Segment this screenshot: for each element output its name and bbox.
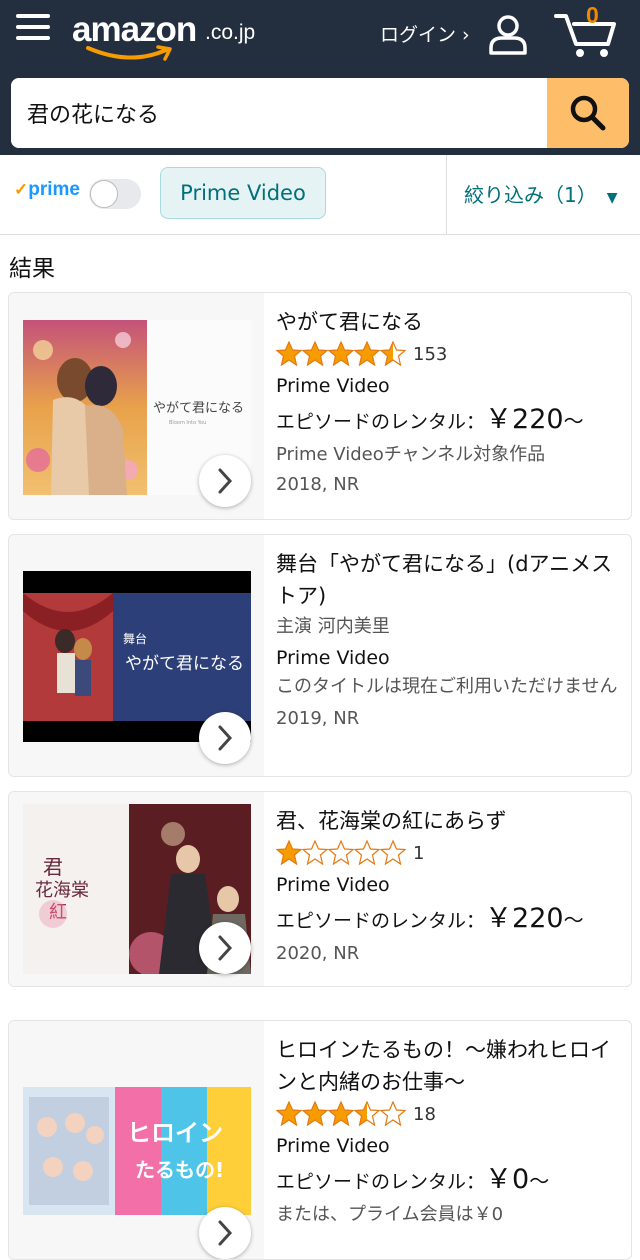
price-row: エピソードのレンタル：￥220～: [276, 402, 626, 440]
result-title[interactable]: 舞台「やがて君になる」(dアニメストア): [276, 548, 626, 612]
logo-tld-text: .co.jp: [205, 21, 256, 44]
chevron-right-icon: [218, 1220, 233, 1246]
star-rating-1-icon: [276, 840, 406, 866]
result-title[interactable]: ヒロインたるもの！～嫌われヒロインと内緒のお仕事～: [276, 1034, 626, 1098]
filter-bar: ✓prime Prime Video 絞り込み（1） ▼: [0, 155, 640, 235]
format-label: Prime Video: [276, 647, 390, 669]
format-label: Prime Video: [276, 1135, 390, 1157]
result-card[interactable]: 君 花海棠 紅 君、花海棠の紅にあらず 1 Prime Video エピソードの…: [8, 791, 632, 987]
menu-icon[interactable]: [16, 14, 50, 48]
divider: [446, 155, 447, 235]
thumbnail-pane: やがて君になる Bloom Into You: [9, 293, 264, 519]
toggle-knob: [90, 180, 118, 208]
results-heading: 結果: [9, 256, 55, 282]
price: ￥0: [485, 1164, 530, 1195]
price-row: エピソードのレンタル：￥220～: [276, 901, 626, 939]
year-rating: 2018, NR: [276, 474, 360, 495]
prime-check-icon: ✓: [14, 180, 29, 199]
cast: 主演 河内美里: [276, 616, 390, 637]
result-card[interactable]: やがて君になる Bloom Into You やがて君になる 153 Prime…: [8, 292, 632, 520]
price: ￥220: [485, 903, 564, 934]
result-info: 君、花海棠の紅にあらず 1 Prime Video エピソードのレンタル：￥22…: [276, 805, 626, 969]
svg-text:ヒロイン: ヒロイン: [127, 1119, 223, 1147]
svg-text:Bloom Into You: Bloom Into You: [169, 420, 206, 426]
svg-text:たるもの!: たるもの!: [135, 1158, 224, 1182]
star-rating-4-5-icon: [276, 341, 406, 367]
rental-label: エピソードのレンタル：: [276, 910, 486, 932]
chevron-right-icon: [218, 935, 233, 961]
channel-note: Prime Videoチャンネル対象作品: [276, 444, 546, 465]
caret-down-icon: ▼: [606, 190, 618, 206]
year-rating: 2020, NR: [276, 943, 360, 964]
price-suffix: ～: [563, 409, 584, 433]
svg-text:花海棠: 花海棠: [35, 880, 89, 901]
prime-logo: ✓prime: [14, 179, 80, 201]
result-card[interactable]: 舞台 やがて君になる 舞台「やがて君になる」(dアニメストア) 主演 河内美里 …: [8, 534, 632, 777]
login-link[interactable]: ログイン ›: [380, 20, 470, 47]
more-arrow-button[interactable]: [199, 455, 251, 507]
review-count[interactable]: 1: [413, 843, 424, 864]
search-button[interactable]: [547, 78, 629, 148]
user-icon[interactable]: [486, 12, 530, 56]
search-icon: [570, 95, 606, 131]
thumbnail-pane: 君 花海棠 紅: [9, 792, 264, 986]
price-row: エピソードのレンタル：￥0～: [276, 1162, 626, 1200]
rental-label: エピソードのレンタル：: [276, 1171, 486, 1193]
top-navigation-bar: amazon .co.jp ログイン › 0: [0, 0, 640, 155]
thumbnail-pane: 舞台 やがて君になる: [9, 535, 264, 776]
price: ￥220: [485, 404, 564, 435]
chevron-right-icon: [218, 468, 233, 494]
rating-stars[interactable]: 1: [276, 837, 626, 869]
svg-text:君: 君: [43, 855, 63, 879]
format-label: Prime Video: [276, 375, 390, 397]
rating-stars[interactable]: 18: [276, 1098, 626, 1130]
chevron-right-icon: [218, 725, 233, 751]
price-suffix: ～: [563, 908, 584, 932]
svg-text:やがて君になる: やがて君になる: [125, 654, 244, 674]
svg-text:舞台: 舞台: [123, 631, 147, 646]
result-info: 舞台「やがて君になる」(dアニメストア) 主演 河内美里 Prime Video…: [276, 548, 626, 734]
svg-text:やがて君になる: やがて君になる: [153, 401, 244, 416]
year-rating: 2019, NR: [276, 708, 360, 729]
more-arrow-button[interactable]: [199, 922, 251, 974]
review-count[interactable]: 18: [413, 1104, 436, 1125]
prime-member-note: または、プライム会員は￥0: [276, 1204, 504, 1225]
search-bar: [11, 78, 629, 148]
prime-label: prime: [28, 179, 80, 200]
availability-note: このタイトルは現在ご利用いただけません: [276, 676, 618, 697]
thumbnail-pane: ヒロイン たるもの!: [9, 1021, 264, 1259]
smile-arrow-icon: [86, 45, 172, 61]
result-info: ヒロインたるもの！～嫌われヒロインと内緒のお仕事～ 18 Prime Video…: [276, 1034, 626, 1230]
price-suffix: ～: [529, 1169, 550, 1193]
search-input[interactable]: [11, 78, 549, 148]
result-info: やがて君になる 153 Prime Video エピソードのレンタル：￥220～…: [276, 306, 626, 500]
prime-video-filter-chip[interactable]: Prime Video: [160, 167, 326, 219]
format-label: Prime Video: [276, 874, 390, 896]
result-title[interactable]: やがて君になる: [276, 306, 626, 338]
more-arrow-button[interactable]: [199, 712, 251, 764]
result-title[interactable]: 君、花海棠の紅にあらず: [276, 805, 626, 837]
more-arrow-button[interactable]: [199, 1207, 251, 1259]
review-count[interactable]: 153: [413, 344, 447, 365]
result-card[interactable]: ヒロイン たるもの! ヒロインたるもの！～嫌われヒロインと内緒のお仕事～ 18 …: [8, 1020, 632, 1260]
rental-label: エピソードのレンタル：: [276, 411, 486, 433]
rating-stars[interactable]: 153: [276, 338, 626, 370]
refine-button[interactable]: 絞り込み（1） ▼: [464, 179, 618, 208]
prime-toggle[interactable]: [89, 179, 141, 209]
star-rating-3-5-icon: [276, 1101, 406, 1127]
refine-label: 絞り込み（1）: [464, 183, 597, 207]
poster-heroine-tarumono[interactable]: ヒロイン たるもの!: [23, 1087, 251, 1215]
cart-count-badge: 0: [586, 2, 599, 28]
